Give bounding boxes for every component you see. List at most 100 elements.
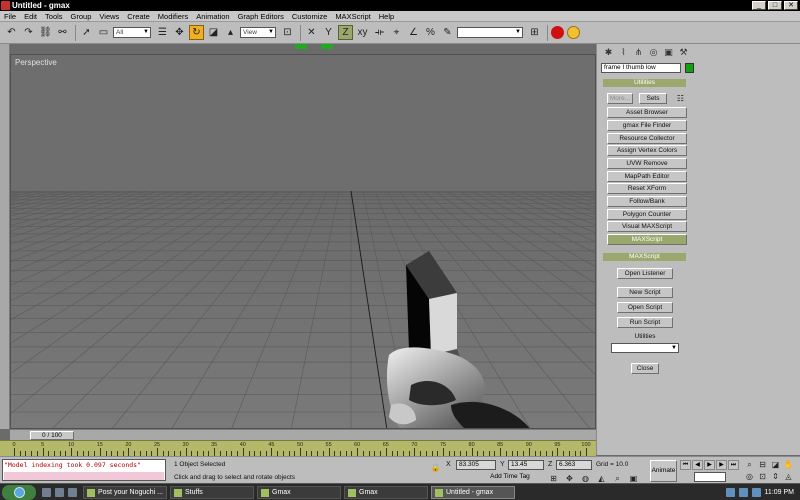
mini-listener[interactable]: "Model indexing took 0.097 seconds" [2, 459, 166, 481]
menu-customize[interactable]: Customize [292, 12, 327, 21]
menu-file[interactable]: File [4, 12, 16, 21]
explorer-icon[interactable] [55, 487, 64, 497]
track-bar[interactable]: 0 5 10 15 20 25 30 35 40 45 50 55 60 65 70 75 80 85 90 95 10… [0, 440, 596, 456]
select-arrow-icon[interactable]: ➚ [79, 25, 94, 40]
utility-asset-browser[interactable]: Asset Browser [607, 107, 687, 118]
open-listener-button[interactable]: Open Listener [617, 268, 673, 279]
utility-visual-maxscript[interactable]: Visual MAXScript [607, 221, 687, 232]
x-coordinate-field[interactable]: 83.305 [456, 460, 496, 470]
axis-x-icon[interactable]: ✕ [304, 25, 319, 40]
select-by-name-icon[interactable]: ☰ [155, 25, 170, 40]
network-icon[interactable] [725, 487, 735, 497]
next-frame-icon[interactable]: ▶ [716, 460, 727, 470]
scale-options-icon[interactable]: ▴ [223, 25, 238, 40]
link-icon[interactable]: ⛓ [38, 25, 53, 40]
y-coordinate-field[interactable]: 13.45 [508, 460, 544, 470]
play-icon[interactable]: ▶ [704, 460, 715, 470]
minimize-button[interactable]: _ [752, 1, 766, 10]
spinner-snap-icon[interactable]: ✎ [440, 25, 455, 40]
arc-rotate-icon[interactable]: ◎ [744, 472, 755, 482]
selection-filter-dropdown[interactable]: All [113, 27, 151, 38]
named-selection-dropdown[interactable] [457, 27, 523, 38]
add-time-tag-button[interactable]: Add Time Tag [488, 472, 532, 483]
perspective-viewport[interactable]: Perspective [10, 54, 596, 429]
task-button-untitled-gmax[interactable]: Untitled - gmax [431, 485, 515, 499]
modify-tab-icon[interactable]: ⌇ [618, 47, 629, 58]
utility-uvw-remove[interactable]: UVW Remove [607, 158, 687, 169]
start-button[interactable] [2, 484, 36, 500]
utilities-tab-icon[interactable]: ⚒ [678, 47, 689, 58]
menu-help[interactable]: Help [379, 12, 394, 21]
maxscript-rollout-header[interactable]: MAXScript [603, 253, 686, 261]
region-select-icon[interactable]: ▭ [96, 25, 111, 40]
utility-resource-collector[interactable]: Resource Collector [607, 133, 687, 144]
time-slider-track[interactable]: 0 / 100 [10, 429, 596, 440]
pivot-center-icon[interactable]: ⊡ [280, 25, 295, 40]
viewport-label[interactable]: Perspective [15, 58, 57, 67]
clock[interactable]: 11:09 PM [765, 489, 794, 496]
volume-icon[interactable] [738, 487, 748, 497]
close-utility-button[interactable]: Close [631, 363, 659, 374]
configure-sets-icon[interactable]: ☷ [673, 91, 688, 106]
previous-frame-icon[interactable]: ◀ [692, 460, 703, 470]
browser-icon[interactable] [68, 487, 77, 497]
utility-mappath-editor[interactable]: MapPath Editor [607, 171, 687, 182]
layout-tab-icon[interactable] [321, 44, 333, 49]
time-slider-thumb[interactable]: 0 / 100 [30, 431, 74, 440]
sets-button[interactable]: Sets [639, 93, 667, 104]
close-button[interactable]: ✕ [784, 1, 798, 10]
show-desktop-icon[interactable] [42, 487, 51, 497]
fov-icon[interactable]: ◬ [783, 472, 794, 482]
listener-output[interactable]: "Model indexing took 0.097 seconds" [4, 461, 164, 471]
scale-icon[interactable]: ◪ [206, 25, 221, 40]
region-zoom-icon[interactable]: ◪ [770, 460, 781, 470]
utility-gmax-file-finder[interactable]: gmax File Finder [607, 120, 687, 131]
utility-maxscript[interactable]: MAXScript [607, 234, 687, 245]
render-teapot-icon[interactable] [567, 26, 580, 39]
maximize-button[interactable]: □ [768, 1, 782, 10]
current-frame-field[interactable] [694, 472, 726, 482]
animate-button[interactable]: Animate [650, 460, 677, 482]
hierarchy-tab-icon[interactable]: ⋔ [633, 47, 644, 58]
percent-snap-icon[interactable]: % [423, 25, 438, 40]
menu-animation[interactable]: Animation [196, 12, 229, 21]
rotate-icon[interactable]: ↻ [189, 25, 204, 40]
menu-maxscript[interactable]: MAXScript [335, 12, 370, 21]
pan-view-icon[interactable]: ✋ [783, 460, 794, 470]
min-max-toggle-icon[interactable]: ⊡ [757, 472, 768, 482]
angle-snap-icon[interactable]: ∠ [406, 25, 421, 40]
utilities-rollout-header[interactable]: Utilities [603, 79, 686, 87]
material-editor-icon[interactable] [551, 26, 564, 39]
object-color-swatch[interactable] [685, 63, 694, 73]
zoom-extents-all-icon[interactable]: ⊟ [757, 460, 768, 470]
zoom-all-icon[interactable]: ⌕ [744, 460, 755, 470]
axis-z-icon[interactable]: Z [338, 25, 353, 40]
security-icon[interactable] [751, 487, 761, 497]
menu-group[interactable]: Group [71, 12, 92, 21]
go-to-start-icon[interactable]: ⏮ [680, 460, 691, 470]
reference-coord-dropdown[interactable]: View [240, 27, 276, 38]
mirror-icon[interactable]: ⟛ [372, 25, 387, 40]
utility-follow-bank[interactable]: Follow/Bank [607, 196, 687, 207]
create-tab-icon[interactable]: ✱ [603, 47, 614, 58]
axis-y-icon[interactable]: Y [321, 25, 336, 40]
menu-views[interactable]: Views [99, 12, 119, 21]
utility-assign-vertex-colors[interactable]: Assign Vertex Colors [607, 145, 687, 156]
more-button[interactable]: More... [607, 93, 633, 104]
axis-xy-icon[interactable]: xy [355, 25, 370, 40]
z-coordinate-field[interactable]: 6.363 [556, 460, 592, 470]
motion-tab-icon[interactable]: ◎ [648, 47, 659, 58]
walk-icon[interactable]: ⇕ [770, 472, 781, 482]
unlink-icon[interactable]: ⚯ [55, 25, 70, 40]
menu-edit[interactable]: Edit [24, 12, 37, 21]
task-button-forum[interactable]: Post your Noguchi ... [83, 485, 167, 499]
menu-graph-editors[interactable]: Graph Editors [238, 12, 284, 21]
task-button-gmax-1[interactable]: Gmax [257, 485, 341, 499]
utility-reset-xform[interactable]: Reset XForm [607, 183, 687, 194]
lock-selection-icon[interactable]: 🔒 [428, 460, 443, 475]
undo-icon[interactable]: ↶ [4, 25, 19, 40]
open-script-button[interactable]: Open Script [617, 302, 673, 313]
display-tab-icon[interactable]: ▣ [663, 47, 674, 58]
layout-tab-icon[interactable] [295, 44, 307, 49]
snap-icon[interactable]: ⌖ [389, 25, 404, 40]
